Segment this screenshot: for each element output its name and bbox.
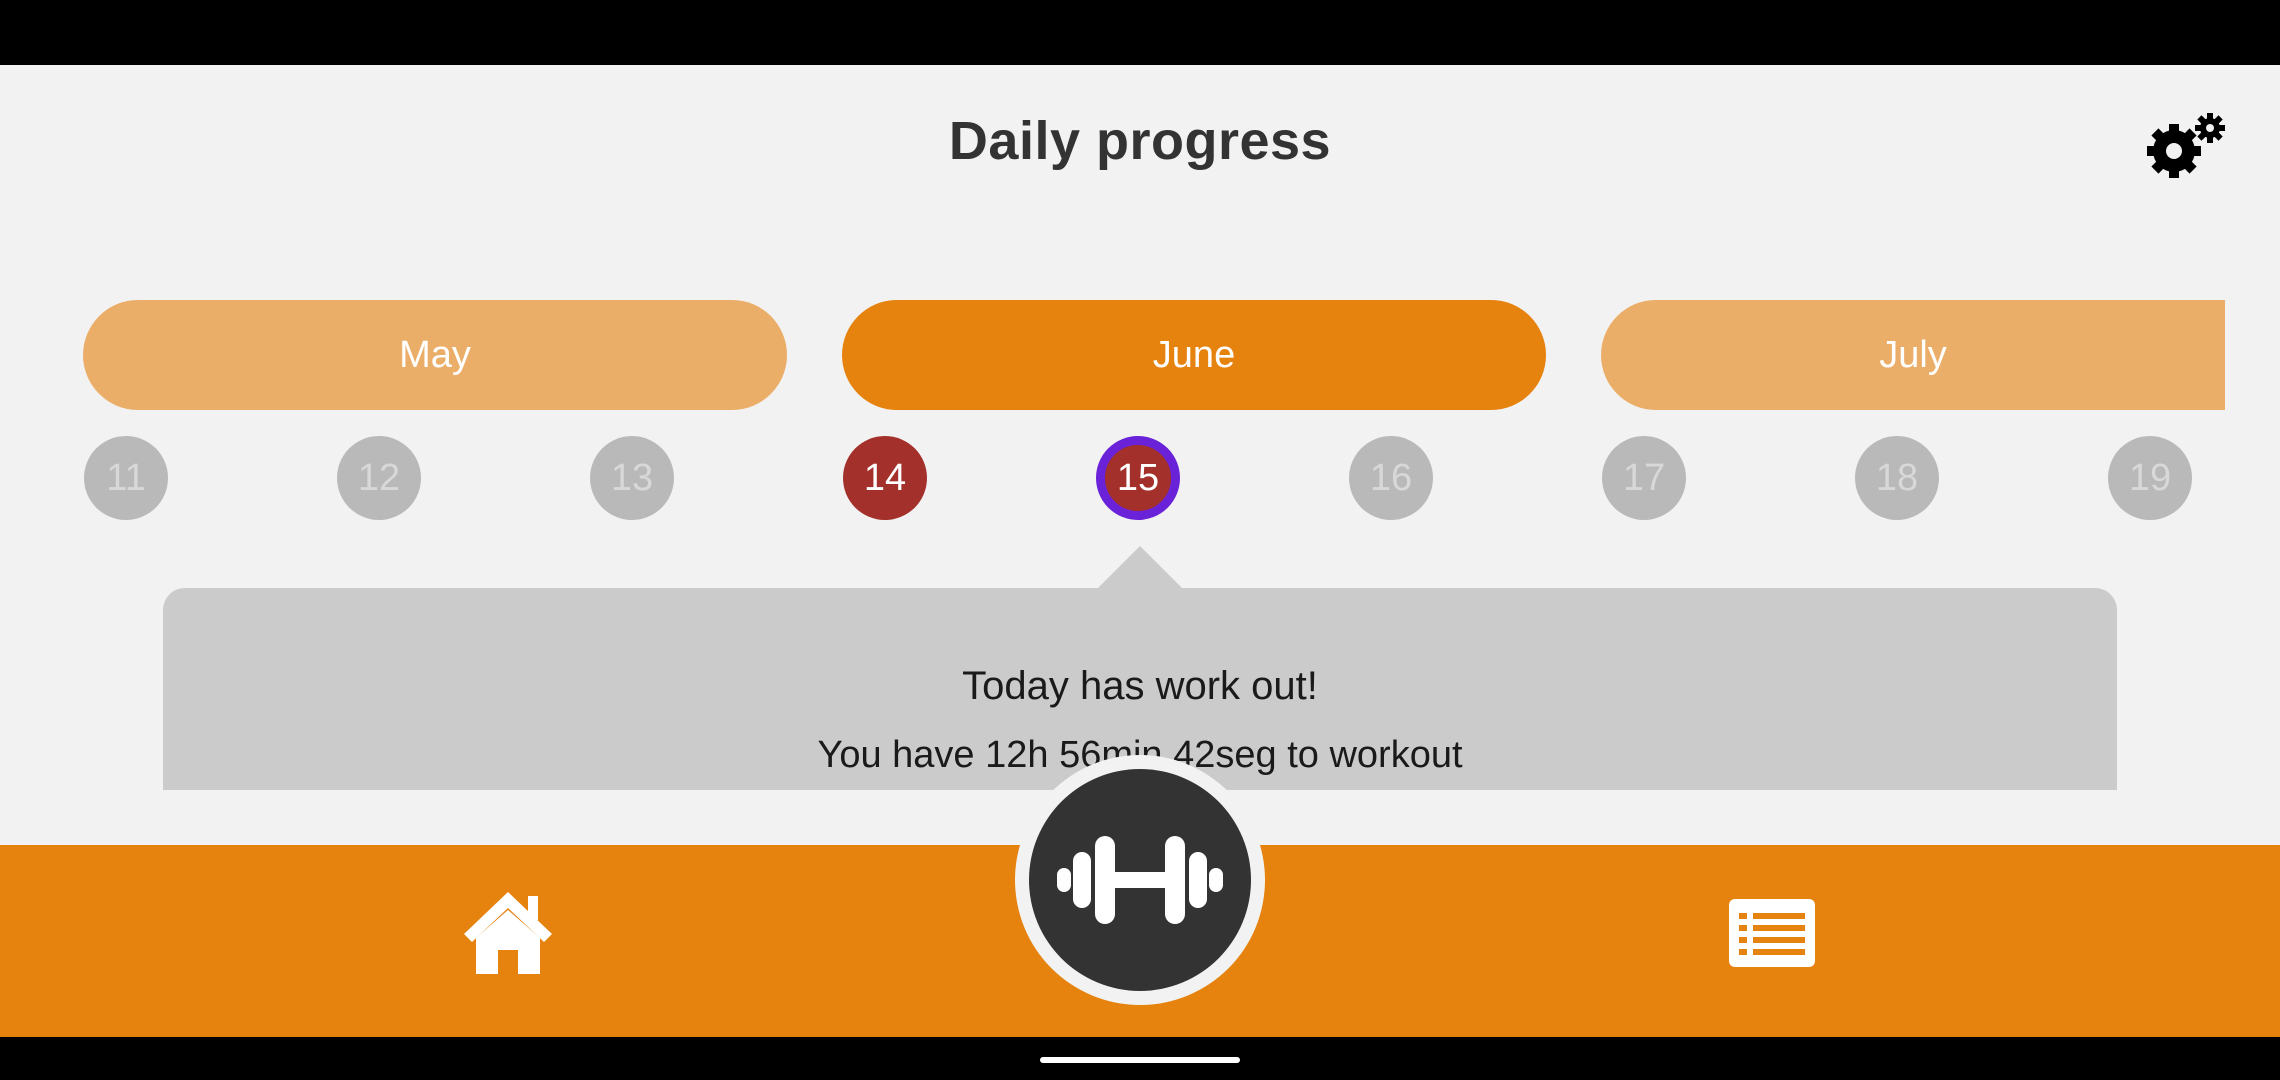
status-bar: [0, 0, 2280, 65]
home-button[interactable]: [460, 888, 556, 978]
workout-button[interactable]: [1029, 769, 1251, 991]
day-11[interactable]: 11: [84, 436, 168, 520]
dumbbell-icon: [1057, 836, 1223, 924]
day-15-today[interactable]: 15: [1096, 436, 1180, 520]
day-18[interactable]: 18: [1855, 436, 1939, 520]
info-title: Today has work out!: [962, 664, 1318, 708]
day-12[interactable]: 12: [337, 436, 421, 520]
day-17[interactable]: 17: [1602, 436, 1686, 520]
month-tab-july[interactable]: July: [1601, 300, 2225, 410]
day-16[interactable]: 16: [1349, 436, 1433, 520]
day-14[interactable]: 14: [843, 436, 927, 520]
settings-button[interactable]: [2140, 110, 2230, 180]
info-panel-pointer: [1097, 546, 1183, 589]
list-icon: [1729, 899, 1815, 967]
day-19[interactable]: 19: [2108, 436, 2192, 520]
month-tab-may[interactable]: May: [83, 300, 787, 410]
list-button[interactable]: [1727, 897, 1817, 969]
day-13[interactable]: 13: [590, 436, 674, 520]
month-tab-june[interactable]: June: [842, 300, 1546, 410]
gears-icon: [2147, 113, 2225, 178]
home-icon: [464, 892, 552, 974]
home-indicator[interactable]: [1040, 1057, 1240, 1063]
page-title: Daily progress: [948, 111, 1332, 171]
